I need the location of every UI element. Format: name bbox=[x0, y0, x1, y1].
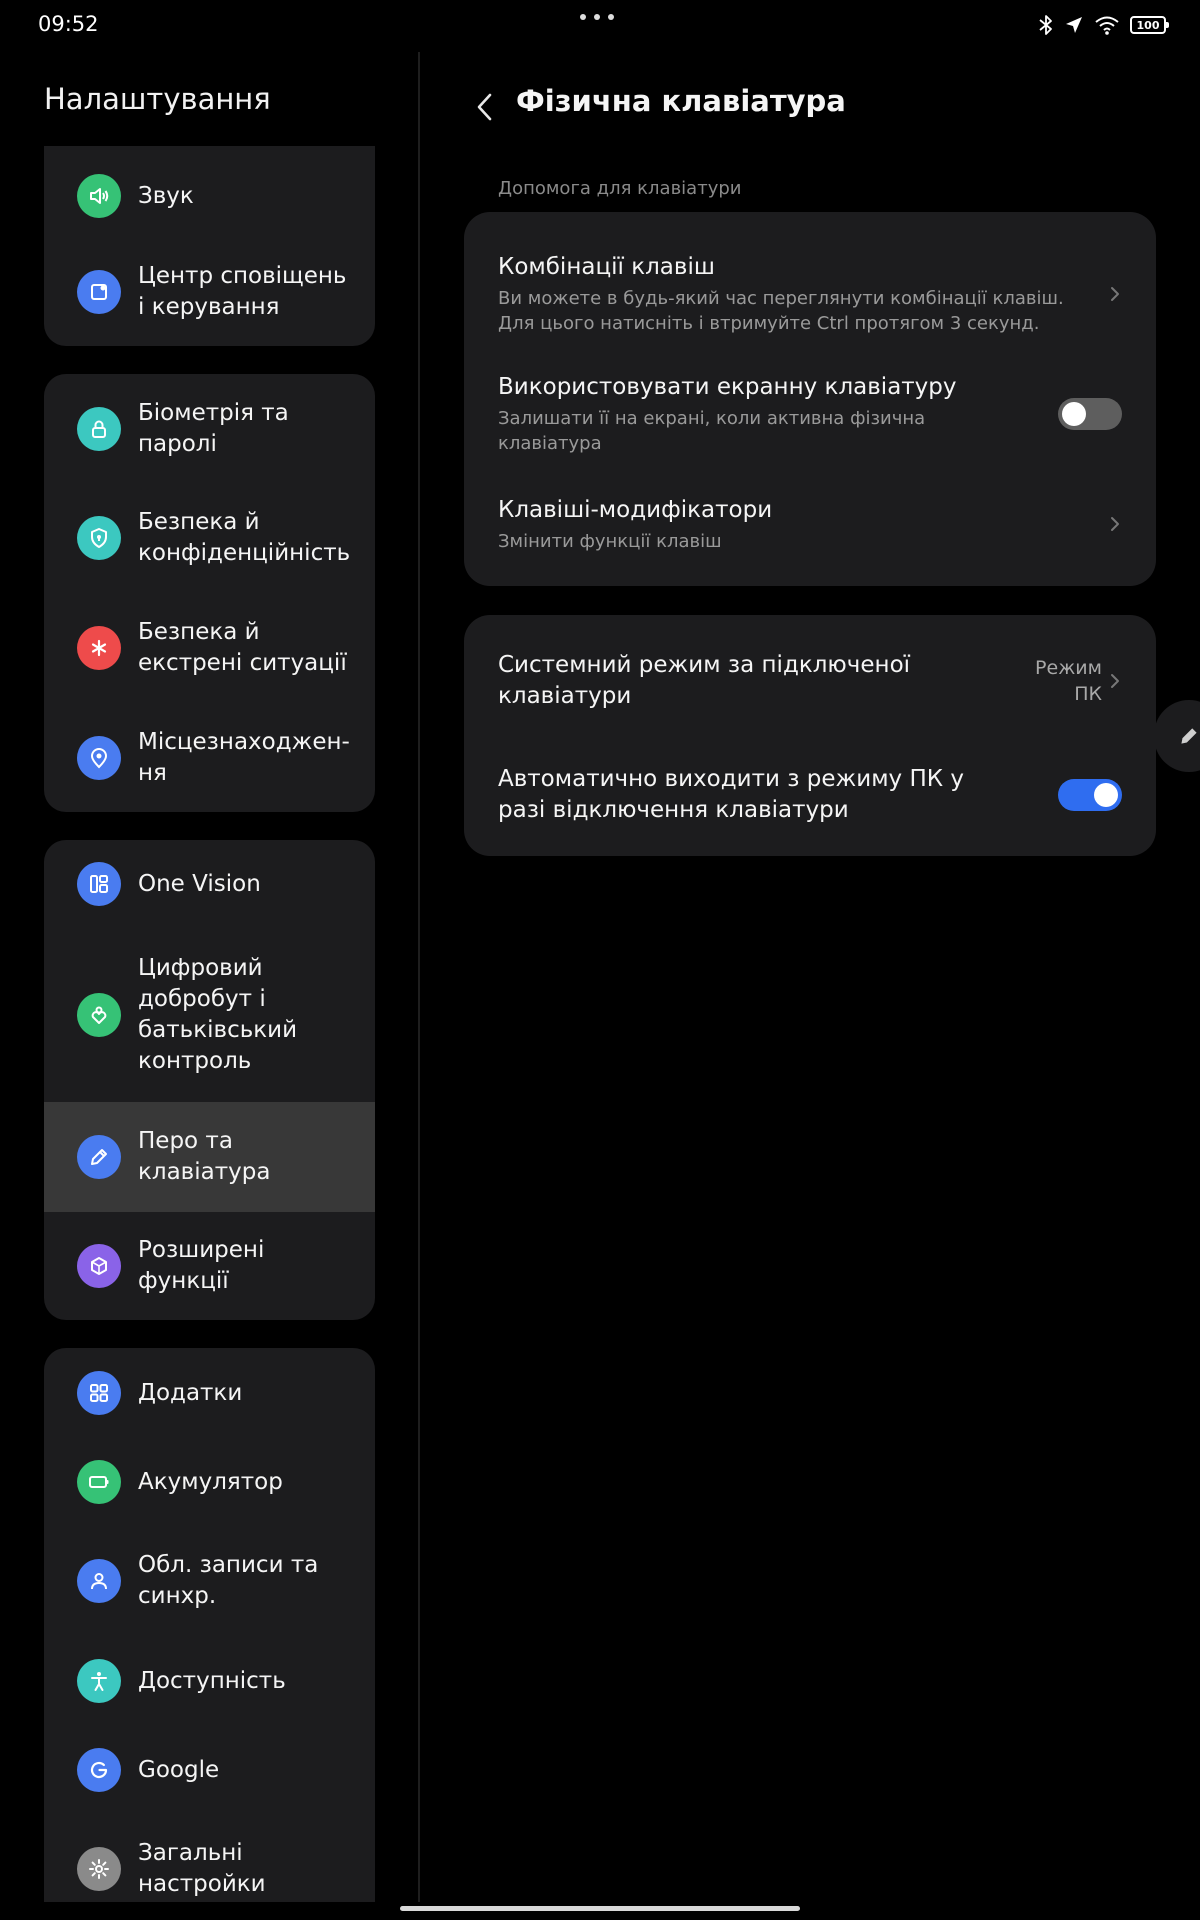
item-title: Автоматично виходити з режиму ПК у разі … bbox=[498, 766, 965, 823]
pen-icon bbox=[77, 1135, 121, 1179]
battery-icon bbox=[77, 1460, 121, 1504]
sidebar-item-label: Перо та клавіатура bbox=[138, 1128, 271, 1185]
chevron-right-icon bbox=[1111, 287, 1119, 301]
asterisk-icon bbox=[77, 626, 121, 670]
modifier-keys-item[interactable]: Клавіші-модифікатори Змінити функції кла… bbox=[464, 472, 1156, 576]
sidebar-item-label: Безпека й екстрені ситуації bbox=[138, 619, 347, 676]
sidebar-item-privacy[interactable]: Безпека й конфіденційність bbox=[44, 483, 375, 593]
google-icon bbox=[77, 1748, 121, 1792]
status-time: 09:52 bbox=[38, 12, 99, 36]
sidebar-item-wellbeing[interactable]: Цифровий добробут і батьківський контрол… bbox=[44, 928, 375, 1102]
chevron-right-icon bbox=[1111, 517, 1119, 531]
pen-icon bbox=[1181, 728, 1197, 744]
bluetooth-icon bbox=[1039, 15, 1052, 35]
cube-icon bbox=[77, 1244, 121, 1288]
sidebar-item-battery[interactable]: Акумулятор bbox=[44, 1438, 375, 1526]
wellbeing-icon bbox=[77, 993, 121, 1037]
sidebar-item-label: Додатки bbox=[138, 1379, 243, 1406]
sidebar-item-label: Google bbox=[138, 1756, 220, 1783]
gear-icon bbox=[77, 1847, 121, 1891]
pc-mode-card: Системний режим за підключеної клавіатур… bbox=[464, 615, 1156, 856]
sidebar-item-emergency[interactable]: Безпека й екстрені ситуації bbox=[44, 593, 375, 703]
onscreen-keyboard-item[interactable]: Використовувати екранну клавіатуру Залиш… bbox=[464, 358, 1156, 470]
user-icon bbox=[77, 1559, 121, 1603]
sidebar-item-pen-keyboard[interactable]: Перо та клавіатура bbox=[44, 1102, 375, 1212]
keyboard-help-card: Комбінації клавіш Ви можете в будь-який … bbox=[464, 212, 1156, 586]
page-title: Налаштування bbox=[44, 82, 271, 116]
apps-grid-icon bbox=[77, 1371, 121, 1415]
detail-pane: Фізична клавіатура Допомога для клавіату… bbox=[420, 52, 1200, 1902]
item-subtitle: Залишати її на екрані, коли активна фізи… bbox=[498, 408, 926, 454]
location-pin-icon bbox=[77, 735, 121, 780]
layout-icon bbox=[77, 862, 121, 906]
item-subtitle: Ви можете в будь-який час переглянути ко… bbox=[498, 288, 1064, 334]
sidebar-item-location[interactable]: Місцезнаходжен-ня bbox=[44, 703, 375, 812]
sidebar-item-accessibility[interactable]: Доступність bbox=[44, 1636, 375, 1726]
sidebar-item-label: Центр сповіщень і керування bbox=[138, 263, 347, 320]
sidebar-item-label: Обл. записи та синхр. bbox=[138, 1552, 319, 1609]
settings-group: Додатки Акумулятор Обл. записи та синхр.… bbox=[44, 1348, 375, 1902]
auto-exit-pc-mode-toggle[interactable] bbox=[1058, 779, 1122, 811]
speaker-icon bbox=[77, 174, 121, 218]
shield-icon bbox=[77, 516, 121, 560]
sidebar-item-label: One Vision bbox=[138, 870, 261, 897]
sidebar-item-label: Цифровий добробут і батьківський контрол… bbox=[138, 955, 298, 1074]
status-icons: 100 bbox=[1038, 14, 1169, 36]
settings-list-pane: Налаштування Звук Центр сповіщень і керу… bbox=[0, 52, 418, 1902]
sidebar-item-advanced[interactable]: Розширені функції bbox=[44, 1212, 375, 1320]
status-bar: 09:52 100 bbox=[0, 0, 1200, 52]
sidebar-item-label: Місцезнаходжен-ня bbox=[138, 728, 350, 786]
battery-indicator: 100 bbox=[1130, 16, 1169, 34]
sidebar-item-label: Акумулятор bbox=[138, 1468, 283, 1495]
item-title: Системний режим за підключеної клавіатур… bbox=[498, 652, 911, 709]
sidebar-item-google[interactable]: Google bbox=[44, 1726, 375, 1814]
back-button[interactable] bbox=[460, 82, 510, 132]
sidebar-item-general[interactable]: Загальні настройки bbox=[44, 1814, 375, 1902]
sidebar-item-label: Біометрія та паролі bbox=[138, 399, 289, 457]
home-indicator[interactable] bbox=[400, 1906, 800, 1911]
multi-window-dots-icon[interactable] bbox=[580, 14, 614, 20]
location-arrow-icon bbox=[1066, 17, 1082, 33]
item-subtitle: Змінити функції клавіш bbox=[498, 530, 722, 552]
sidebar-item-accounts[interactable]: Обл. записи та синхр. bbox=[44, 1526, 375, 1636]
settings-group: Звук Центр сповіщень і керування bbox=[44, 146, 375, 346]
auto-exit-pc-mode-item[interactable]: Автоматично виходити з режиму ПК у разі … bbox=[464, 739, 1156, 851]
section-label: Допомога для клавіатури bbox=[498, 178, 742, 199]
item-title: Клавіші-модифікатори bbox=[498, 496, 773, 523]
sidebar-item-label: Звук bbox=[138, 182, 194, 209]
sidebar-item-sound[interactable]: Звук bbox=[44, 146, 375, 242]
accessibility-icon bbox=[77, 1659, 121, 1703]
sidebar-item-biometrics[interactable]: Біометрія та паролі bbox=[44, 374, 375, 483]
system-mode-item[interactable]: Системний режим за підключеної клавіатур… bbox=[464, 625, 1156, 737]
notification-panel-icon bbox=[77, 270, 121, 314]
item-title: Використовувати екранну клавіатуру bbox=[498, 374, 957, 400]
sidebar-item-one-vision[interactable]: One Vision bbox=[44, 840, 375, 928]
sidebar-item-label: Загальні настройки bbox=[138, 1840, 266, 1897]
sidebar-item-label: Безпека й конфіденційність bbox=[138, 509, 351, 566]
sidebar-item-label: Доступність bbox=[138, 1667, 286, 1694]
keyboard-shortcuts-item[interactable]: Комбінації клавіш Ви можете в будь-який … bbox=[464, 234, 1156, 354]
settings-group: Біометрія та паролі Безпека й конфіденці… bbox=[44, 374, 375, 812]
settings-group: One Vision Цифровий добробут і батьківсь… bbox=[44, 840, 375, 1320]
onscreen-keyboard-toggle[interactable] bbox=[1058, 398, 1122, 430]
chevron-left-icon bbox=[477, 93, 492, 121]
sidebar-item-label: Розширені функції bbox=[138, 1237, 265, 1294]
sidebar-item-apps[interactable]: Додатки bbox=[44, 1348, 375, 1438]
chevron-right-icon bbox=[1111, 674, 1119, 688]
sidebar-item-notifications[interactable]: Центр сповіщень і керування bbox=[44, 242, 375, 342]
detail-title: Фізична клавіатура bbox=[516, 84, 846, 118]
item-title: Комбінації клавіш bbox=[498, 254, 715, 280]
wifi-icon bbox=[1095, 16, 1119, 35]
lock-icon bbox=[77, 406, 121, 451]
system-mode-value: Режим ПК bbox=[1035, 657, 1102, 705]
